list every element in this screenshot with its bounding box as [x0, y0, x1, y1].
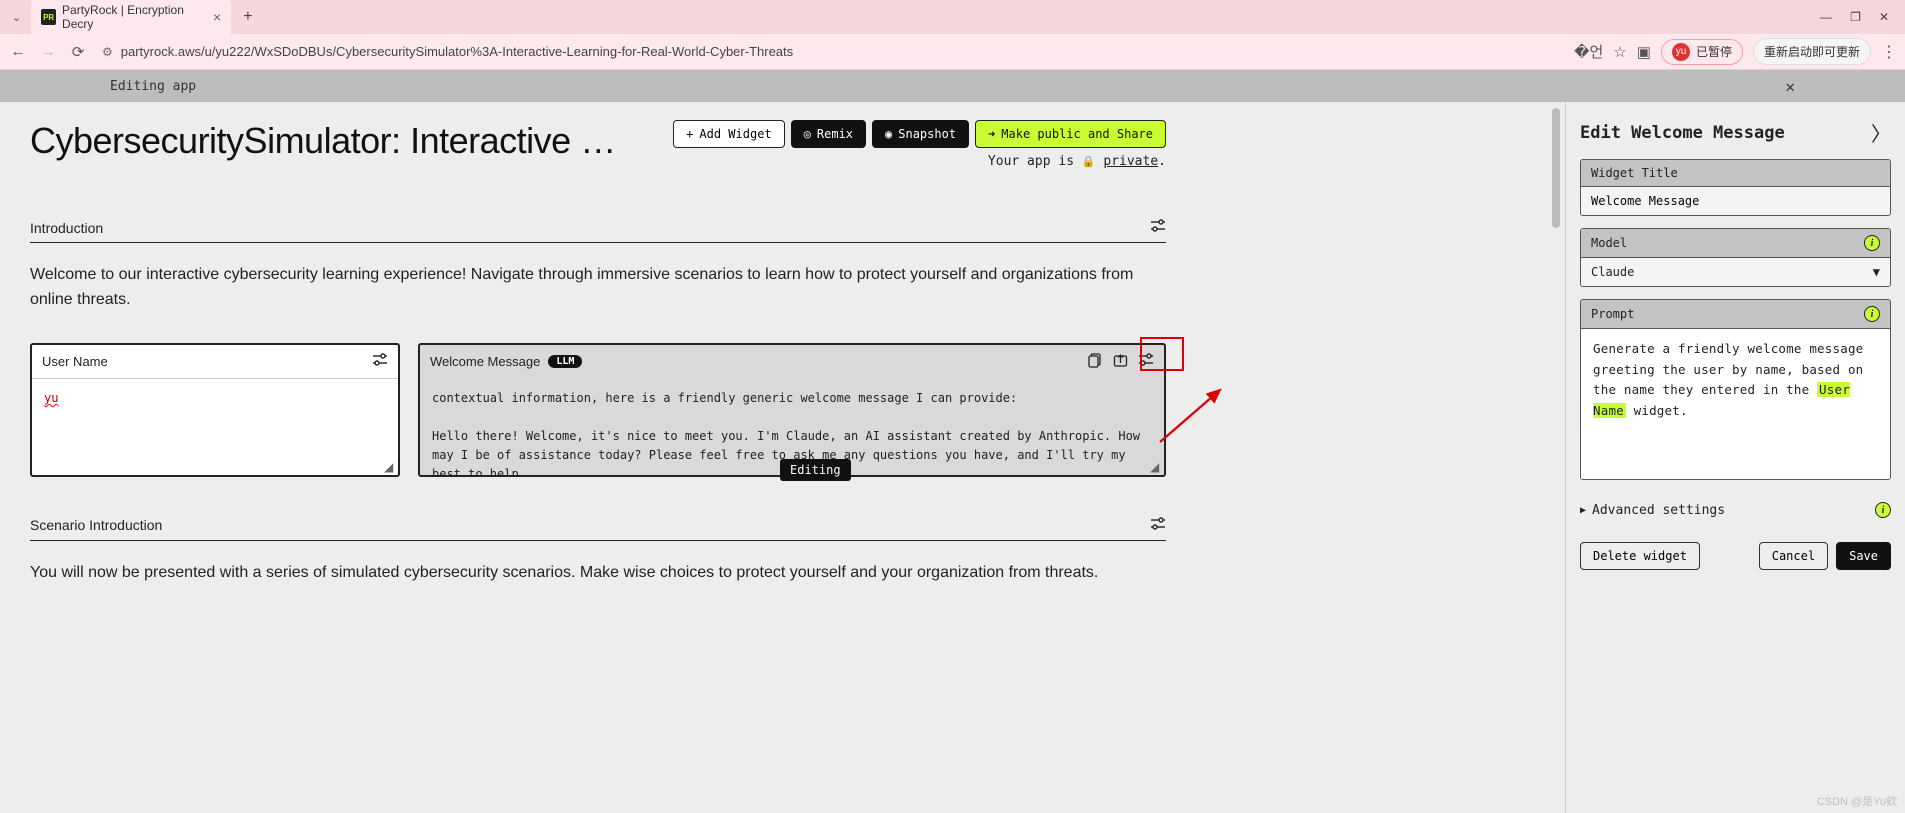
- delete-widget-button[interactable]: Delete widget: [1580, 542, 1700, 570]
- field-label: Widget Title: [1591, 166, 1678, 180]
- snapshot-button[interactable]: ◉Snapshot: [872, 120, 969, 148]
- reload-icon[interactable]: ⟳: [68, 43, 88, 61]
- tab-title: PartyRock | Encryption Decry: [62, 3, 207, 31]
- bookmark-star-icon[interactable]: ☆: [1613, 43, 1626, 61]
- resize-handle-icon[interactable]: ◢: [1150, 461, 1162, 473]
- private-link[interactable]: private: [1103, 154, 1158, 169]
- export-icon[interactable]: [1113, 353, 1128, 371]
- user-name-value[interactable]: yu: [32, 379, 398, 475]
- tab-close-icon[interactable]: ×: [213, 9, 221, 25]
- model-field: Model i Claude ▼: [1580, 228, 1891, 287]
- profile-pill[interactable]: yu 已暂停: [1661, 39, 1743, 65]
- banner-close-icon[interactable]: ✕: [1785, 77, 1795, 96]
- save-button[interactable]: Save: [1836, 542, 1891, 570]
- model-value: Claude: [1591, 265, 1634, 279]
- section-header-introduction: Introduction: [30, 213, 1166, 243]
- publish-button[interactable]: ➜Make public and Share: [975, 120, 1166, 148]
- plus-icon: +: [686, 127, 693, 141]
- info-icon[interactable]: i: [1875, 502, 1891, 518]
- copy-icon[interactable]: [1088, 353, 1103, 371]
- resize-handle-icon[interactable]: ◢: [384, 461, 396, 473]
- add-widget-button[interactable]: +Add Widget: [673, 120, 784, 148]
- scrollbar[interactable]: [1551, 102, 1561, 813]
- field-label: Model: [1591, 236, 1627, 250]
- browser-tab[interactable]: PR PartyRock | Encryption Decry ×: [31, 0, 231, 37]
- settings-sliders-icon[interactable]: [1138, 353, 1154, 371]
- settings-sliders-icon[interactable]: [1150, 219, 1166, 236]
- minimize-icon[interactable]: —: [1820, 10, 1832, 24]
- settings-sliders-icon[interactable]: [1150, 517, 1166, 534]
- maximize-icon[interactable]: ❐: [1850, 10, 1861, 24]
- widget-title: Welcome Message: [430, 354, 540, 369]
- main-column: CybersecuritySimulator: Interactive … +A…: [0, 102, 1565, 813]
- watermark: CSDN @是Yu欸: [1817, 793, 1897, 809]
- info-icon[interactable]: i: [1864, 306, 1880, 322]
- site-settings-icon[interactable]: ⚙: [102, 45, 113, 59]
- favicon-icon: PR: [41, 9, 56, 25]
- remix-icon: ◎: [804, 127, 811, 141]
- field-label: Prompt: [1591, 307, 1634, 321]
- kebab-menu-icon[interactable]: ⋮: [1881, 42, 1897, 62]
- avatar: yu: [1672, 43, 1690, 61]
- address-bar: ← → ⟳ ⚙ partyrock.aws/u/yu222/WxSDoDBUs/…: [0, 34, 1905, 70]
- share-arrow-icon: ➜: [988, 127, 995, 141]
- llm-badge: LLM: [548, 355, 582, 368]
- user-name-widget[interactable]: User Name yu ◢: [30, 343, 400, 477]
- window-controls: — ❐ ✕: [1820, 10, 1899, 24]
- settings-sliders-icon[interactable]: [372, 353, 388, 370]
- widget-title-field: Widget Title: [1580, 159, 1891, 216]
- close-window-icon[interactable]: ✕: [1879, 10, 1889, 24]
- browser-chrome: ⌄ PR PartyRock | Encryption Decry × + — …: [0, 0, 1905, 70]
- prompt-textarea[interactable]: Generate a friendly welcome message gree…: [1581, 329, 1890, 479]
- advanced-settings-toggle[interactable]: ▶ Advanced settings i: [1580, 502, 1891, 518]
- edit-panel: Edit Welcome Message 〉 Widget Title Mode…: [1565, 102, 1905, 813]
- prompt-field: Prompt i Generate a friendly welcome mes…: [1580, 299, 1891, 480]
- model-select[interactable]: Claude ▼: [1581, 258, 1890, 286]
- profile-label: 已暂停: [1696, 43, 1732, 60]
- triangle-right-icon: ▶: [1580, 505, 1586, 516]
- camera-icon: ◉: [885, 127, 892, 141]
- new-tab-button[interactable]: +: [235, 8, 260, 26]
- collapse-panel-icon[interactable]: 〉: [1871, 118, 1891, 147]
- url-box[interactable]: ⚙ partyrock.aws/u/yu222/WxSDoDBUs/Cybers…: [98, 44, 1564, 59]
- editing-banner: Editing app ✕: [0, 70, 1905, 102]
- app-status: Your app is 🔒 private.: [673, 154, 1166, 169]
- url-text: partyrock.aws/u/yu222/WxSDoDBUs/Cybersec…: [121, 44, 793, 59]
- app-title: CybersecuritySimulator: Interactive …: [30, 120, 657, 162]
- update-button[interactable]: 重新启动即可更新: [1753, 38, 1871, 65]
- extensions-icon[interactable]: ▣: [1637, 43, 1651, 61]
- forward-icon[interactable]: →: [38, 43, 58, 60]
- section-title: Scenario Introduction: [30, 517, 162, 533]
- section-title: Introduction: [30, 220, 103, 236]
- widget-title-input[interactable]: [1591, 194, 1880, 208]
- tab-list-caret-icon[interactable]: ⌄: [6, 11, 27, 24]
- widget-title: User Name: [42, 354, 108, 369]
- scenario-body: You will now be presented with a series …: [30, 561, 1166, 586]
- back-icon[interactable]: ←: [8, 43, 28, 60]
- panel-title: Edit Welcome Message: [1580, 123, 1785, 143]
- banner-text: Editing app: [110, 79, 196, 94]
- tab-bar: ⌄ PR PartyRock | Encryption Decry × + — …: [0, 0, 1905, 34]
- chevron-down-icon: ▼: [1873, 265, 1880, 279]
- translate-icon[interactable]: �언: [1574, 41, 1603, 62]
- welcome-message-widget[interactable]: Welcome Message LLM: [418, 343, 1166, 477]
- info-icon[interactable]: i: [1864, 235, 1880, 251]
- section-header-scenario: Scenario Introduction: [30, 511, 1166, 541]
- intro-body: Welcome to our interactive cybersecurity…: [30, 263, 1166, 313]
- editing-tooltip: Editing: [780, 459, 851, 481]
- lock-icon: 🔒: [1082, 155, 1096, 168]
- cancel-button[interactable]: Cancel: [1759, 542, 1828, 570]
- remix-button[interactable]: ◎Remix: [791, 120, 866, 148]
